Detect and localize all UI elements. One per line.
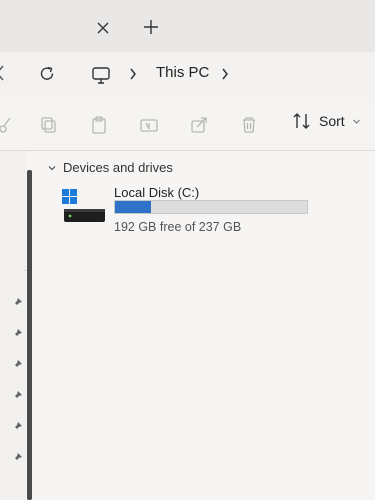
drive-name: Local Disk (C:) [114, 185, 200, 200]
sort-label: Sort [319, 113, 345, 129]
devices-and-drives-header[interactable]: Devices and drives [48, 160, 173, 175]
chevron-right-icon[interactable] [128, 66, 138, 82]
navigation-pane [0, 151, 26, 500]
close-icon [97, 22, 109, 34]
pane-splitter[interactable] [27, 170, 32, 500]
cut-icon[interactable] [0, 116, 12, 134]
local-disk-icon [62, 189, 105, 222]
new-tab-button[interactable] [140, 16, 162, 38]
chevron-left-icon[interactable] [0, 64, 6, 82]
chevron-down-icon [48, 165, 56, 170]
drive-usage-fill [115, 201, 152, 213]
breadcrumb-this-pc[interactable]: This PC [156, 64, 209, 81]
sort-icon [293, 113, 310, 129]
pin-icon[interactable] [11, 359, 23, 371]
pin-icon[interactable] [11, 421, 23, 433]
paste-icon[interactable] [90, 116, 108, 134]
refresh-icon [40, 66, 54, 80]
this-pc-location[interactable] [90, 64, 112, 86]
section-title: Devices and drives [63, 160, 173, 175]
tab-close-button[interactable] [93, 18, 113, 38]
plus-icon [144, 20, 158, 34]
delete-icon[interactable] [240, 116, 258, 134]
refresh-button[interactable] [37, 64, 57, 84]
sort-button[interactable]: Sort [292, 110, 361, 132]
chevron-right-icon[interactable] [220, 66, 230, 82]
drive-usage-bar [114, 200, 308, 214]
pin-icon[interactable] [11, 328, 23, 340]
pin-icon[interactable] [11, 452, 23, 464]
pin-icon[interactable] [11, 297, 23, 309]
rename-icon[interactable] [140, 116, 158, 134]
copy-icon[interactable] [40, 116, 58, 134]
chevron-down-icon [352, 119, 360, 124]
monitor-icon [92, 67, 110, 84]
share-icon[interactable] [190, 116, 208, 134]
drive-free-space: 192 GB free of 237 GB [114, 220, 242, 234]
tab-bar [0, 0, 375, 52]
pin-icon[interactable] [11, 390, 23, 402]
